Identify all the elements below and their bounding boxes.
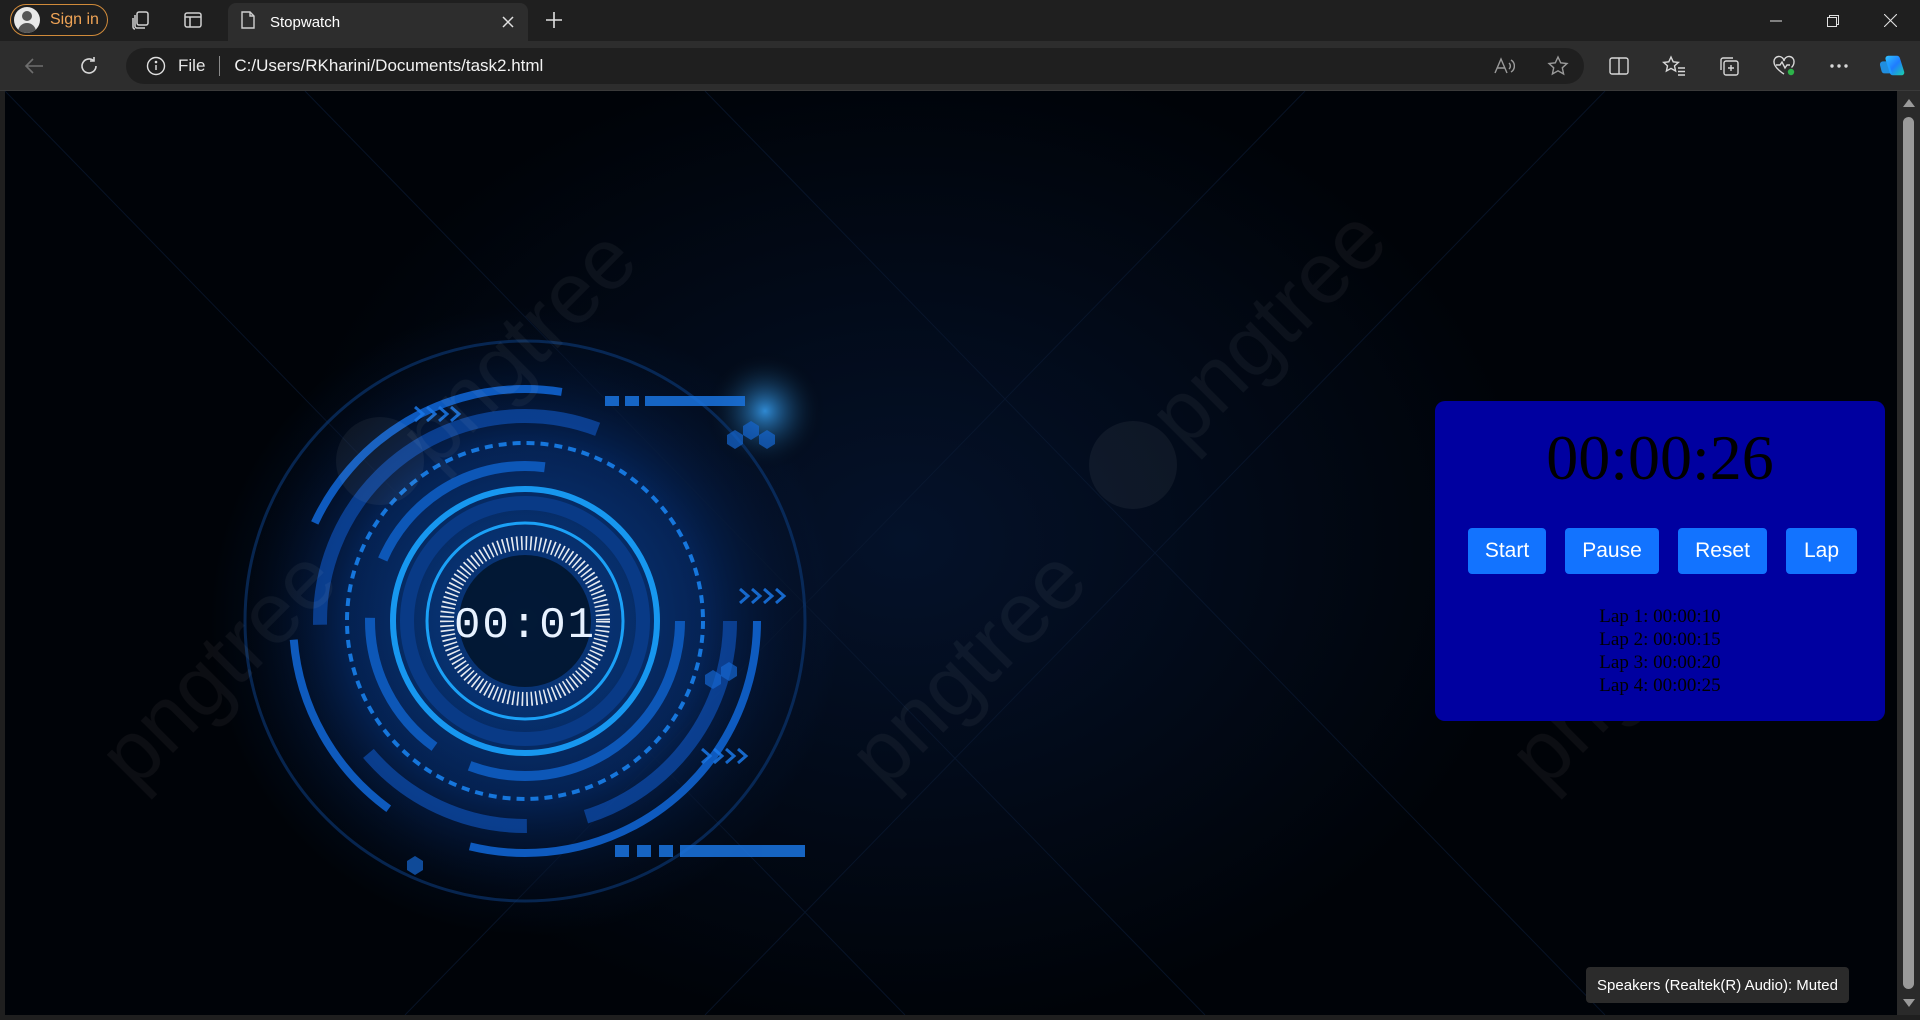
close-window-icon[interactable] bbox=[1862, 0, 1918, 41]
copilot-icon[interactable] bbox=[1880, 53, 1906, 79]
lap-item: Lap 3: 00:00:20 bbox=[1599, 652, 1721, 673]
start-button[interactable]: Start bbox=[1468, 528, 1546, 574]
scroll-down-icon[interactable] bbox=[1903, 999, 1915, 1007]
lap-item: Lap 2: 00:00:15 bbox=[1599, 629, 1721, 650]
browser-essentials-icon[interactable] bbox=[1771, 53, 1797, 79]
vertical-scrollbar[interactable] bbox=[1897, 91, 1920, 1015]
lap-item: Lap 4: 00:00:25 bbox=[1599, 675, 1721, 696]
lap-list: Lap 1: 00:00:10 Lap 2: 00:00:15 Lap 3: 0… bbox=[1435, 605, 1885, 697]
favorites-icon[interactable] bbox=[1661, 53, 1687, 79]
close-tab-icon[interactable] bbox=[498, 12, 518, 32]
restore-icon[interactable] bbox=[1805, 0, 1861, 41]
page-icon bbox=[240, 11, 256, 33]
profile-avatar-icon bbox=[14, 7, 40, 33]
address-scheme: File bbox=[178, 56, 206, 75]
address-url[interactable]: C:/Users/RKharini/Documents/task2.html bbox=[234, 56, 543, 76]
page-viewport: 00:01 pngtree pngtree pngtree pngtree 00… bbox=[5, 91, 1897, 1015]
stopwatch-display: 00:00:26 bbox=[1546, 422, 1774, 493]
reset-button[interactable]: Reset bbox=[1678, 528, 1767, 574]
read-aloud-icon[interactable] bbox=[1492, 54, 1516, 78]
tab-title: Stopwatch bbox=[270, 13, 341, 31]
tab-strip: Sign in Stopwatch bbox=[0, 0, 1920, 41]
clock-readout: 00:01 bbox=[454, 601, 596, 651]
new-tab-icon[interactable] bbox=[542, 8, 566, 32]
refresh-icon[interactable] bbox=[76, 53, 102, 79]
watermark-text: pngtree bbox=[1131, 190, 1405, 464]
tab-stopwatch[interactable]: Stopwatch bbox=[228, 3, 528, 41]
favorite-star-icon[interactable] bbox=[1546, 54, 1570, 78]
collections-icon[interactable] bbox=[1716, 53, 1742, 79]
watermark-text: pngtree bbox=[831, 530, 1105, 804]
back-arrow-icon[interactable] bbox=[21, 53, 47, 79]
split-screen-icon[interactable] bbox=[1606, 53, 1632, 79]
tab-actions-icon[interactable] bbox=[181, 8, 205, 32]
pause-button[interactable]: Pause bbox=[1565, 528, 1659, 574]
sign-in-button[interactable]: Sign in bbox=[10, 4, 108, 36]
minimize-icon[interactable] bbox=[1748, 0, 1804, 41]
sign-in-label: Sign in bbox=[50, 11, 99, 28]
address-separator bbox=[219, 56, 221, 76]
more-options-icon[interactable] bbox=[1826, 53, 1852, 79]
lap-item: Lap 1: 00:00:10 bbox=[1599, 606, 1721, 627]
stopwatch-panel: 00:00:26 Start Pause Reset Lap Lap 1: 00… bbox=[1435, 401, 1885, 721]
site-info-icon[interactable] bbox=[146, 56, 166, 76]
workspaces-icon[interactable] bbox=[129, 8, 153, 32]
lap-button[interactable]: Lap bbox=[1786, 528, 1857, 574]
browser-toolbar: File C:/Users/RKharini/Documents/task2.h… bbox=[0, 41, 1920, 91]
scrollbar-thumb[interactable] bbox=[1903, 117, 1914, 989]
scroll-up-icon[interactable] bbox=[1903, 99, 1915, 107]
address-bar[interactable]: File C:/Users/RKharini/Documents/task2.h… bbox=[126, 48, 1584, 84]
volume-toast: Speakers (Realtek(R) Audio): Muted bbox=[1586, 967, 1849, 1003]
